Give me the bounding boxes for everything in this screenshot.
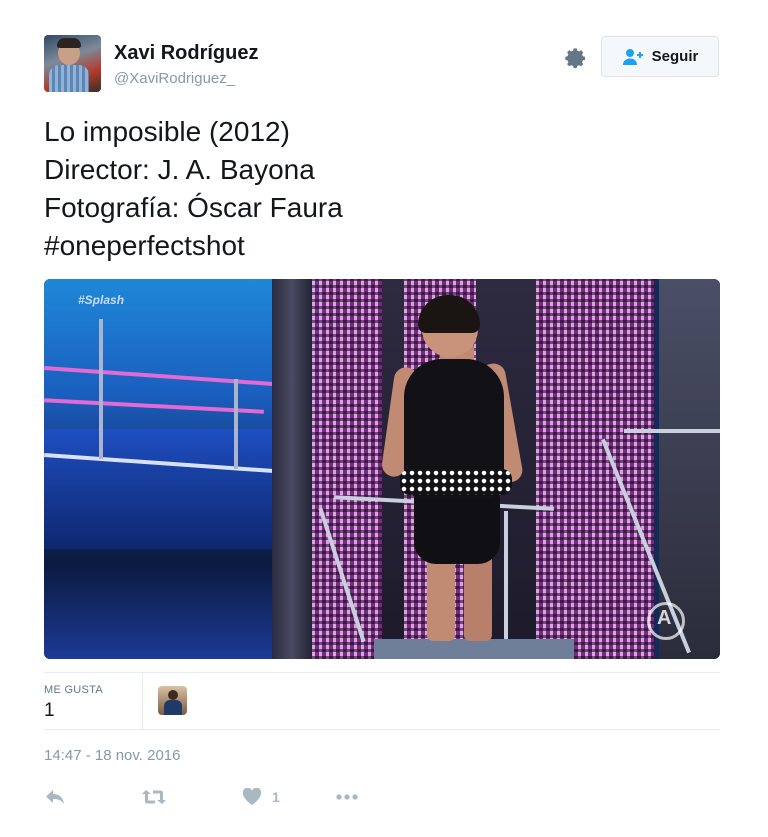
like-button[interactable]: 1	[242, 786, 280, 808]
retweet-button[interactable]	[141, 786, 167, 808]
tweet-line: Fotografía: Óscar Faura	[44, 192, 343, 223]
tweet-line: Director: J. A. Bayona	[44, 154, 315, 185]
tweet-photo[interactable]: #Splash	[44, 279, 720, 659]
gear-icon[interactable]	[561, 44, 589, 72]
channel-logo	[647, 602, 685, 640]
tweet-text: Lo imposible (2012) Director: J. A. Bayo…	[44, 113, 343, 265]
tweet-timestamp[interactable]: 14:47 - 18 nov. 2016	[44, 747, 181, 764]
photo-overlay-tag: #Splash	[78, 293, 125, 307]
add-user-icon	[622, 48, 643, 65]
liker-avatar[interactable]	[158, 686, 187, 715]
more-button[interactable]	[335, 786, 359, 808]
author-name[interactable]: Xavi Rodríguez	[114, 42, 258, 65]
stats-separator	[142, 673, 143, 729]
heart-icon	[242, 788, 262, 805]
retweet-icon	[142, 790, 166, 804]
likes-count[interactable]: 1	[44, 700, 55, 722]
reply-icon	[46, 790, 64, 804]
reply-button[interactable]	[44, 786, 66, 808]
follow-label: Seguir	[651, 48, 699, 65]
hashtag-link[interactable]: #oneperfectshot	[44, 227, 343, 265]
author-avatar[interactable]	[44, 35, 101, 92]
follow-button[interactable]: Seguir	[601, 36, 719, 77]
likes-label[interactable]: ME GUSTA	[44, 684, 103, 696]
divider	[44, 672, 720, 673]
author-handle[interactable]: @XaviRodriguez_	[114, 70, 235, 87]
like-count: 1	[272, 789, 280, 805]
divider	[44, 729, 720, 730]
more-icon	[336, 794, 358, 800]
tweet-line: Lo imposible (2012)	[44, 116, 290, 147]
